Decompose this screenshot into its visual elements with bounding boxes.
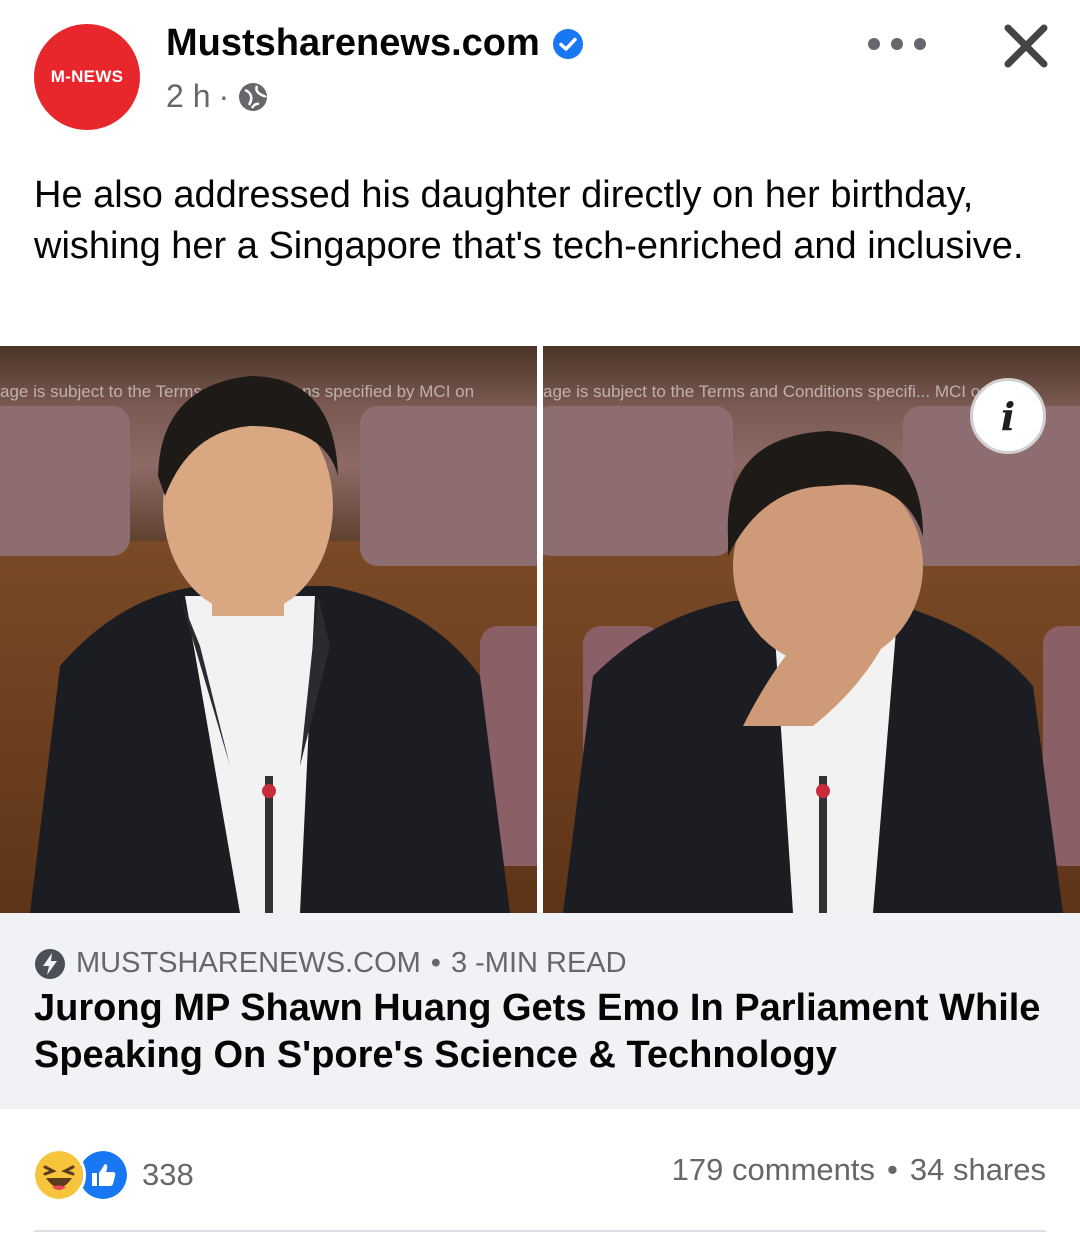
- shares-count[interactable]: 34 shares: [910, 1152, 1046, 1188]
- avatar-logo-text: M-NEWS: [50, 67, 124, 86]
- post-stats: 338 179 comments • 34 shares: [0, 1136, 1080, 1206]
- reaction-count[interactable]: 338: [142, 1157, 194, 1193]
- reactions-summary[interactable]: 338: [32, 1148, 194, 1202]
- info-icon[interactable]: i: [970, 378, 1046, 454]
- more-options-icon[interactable]: [868, 26, 926, 62]
- divider: [34, 1230, 1046, 1232]
- page-avatar[interactable]: M-NEWS: [34, 24, 140, 130]
- link-domain: MUSTSHARENEWS.COM: [76, 947, 421, 979]
- post-images[interactable]: age is subject to the Terms and Conditio…: [0, 346, 1080, 913]
- post-caption: He also addressed his daughter directly …: [34, 174, 1024, 267]
- post-time[interactable]: 2 h: [166, 78, 210, 115]
- link-meta-dot: •: [430, 947, 441, 979]
- stats-dot: •: [887, 1152, 898, 1187]
- lightning-bolt-icon: [35, 948, 65, 979]
- globe-icon: [239, 82, 268, 111]
- page-name[interactable]: Mustsharenews.com: [166, 22, 584, 65]
- post-meta: 2 h ·: [166, 78, 269, 115]
- post-header: M-NEWS Mustsharenews.com 2 h ·: [0, 0, 1080, 150]
- comments-count[interactable]: 179 comments: [672, 1152, 875, 1188]
- verified-badge-icon: [552, 28, 583, 59]
- page-name-label[interactable]: Mustsharenews.com: [166, 22, 540, 65]
- engagement-counts: 179 comments • 34 shares: [672, 1152, 1046, 1188]
- link-title[interactable]: Jurong MP Shawn Huang Gets Emo In Parlia…: [34, 985, 1044, 1079]
- meta-separator: ·: [218, 78, 230, 114]
- close-icon[interactable]: [998, 18, 1054, 74]
- man-speaking-illustration: [30, 376, 510, 913]
- photo-speaking[interactable]: age is subject to the Terms and Conditio…: [0, 346, 537, 913]
- link-read-time: 3 -MIN READ: [450, 947, 627, 979]
- haha-reaction-icon: [32, 1148, 86, 1202]
- link-preview-card[interactable]: MUSTSHARENEWS.COM • 3 -MIN READ Jurong M…: [0, 913, 1080, 1109]
- link-meta: MUSTSHARENEWS.COM • 3 -MIN READ: [34, 947, 627, 980]
